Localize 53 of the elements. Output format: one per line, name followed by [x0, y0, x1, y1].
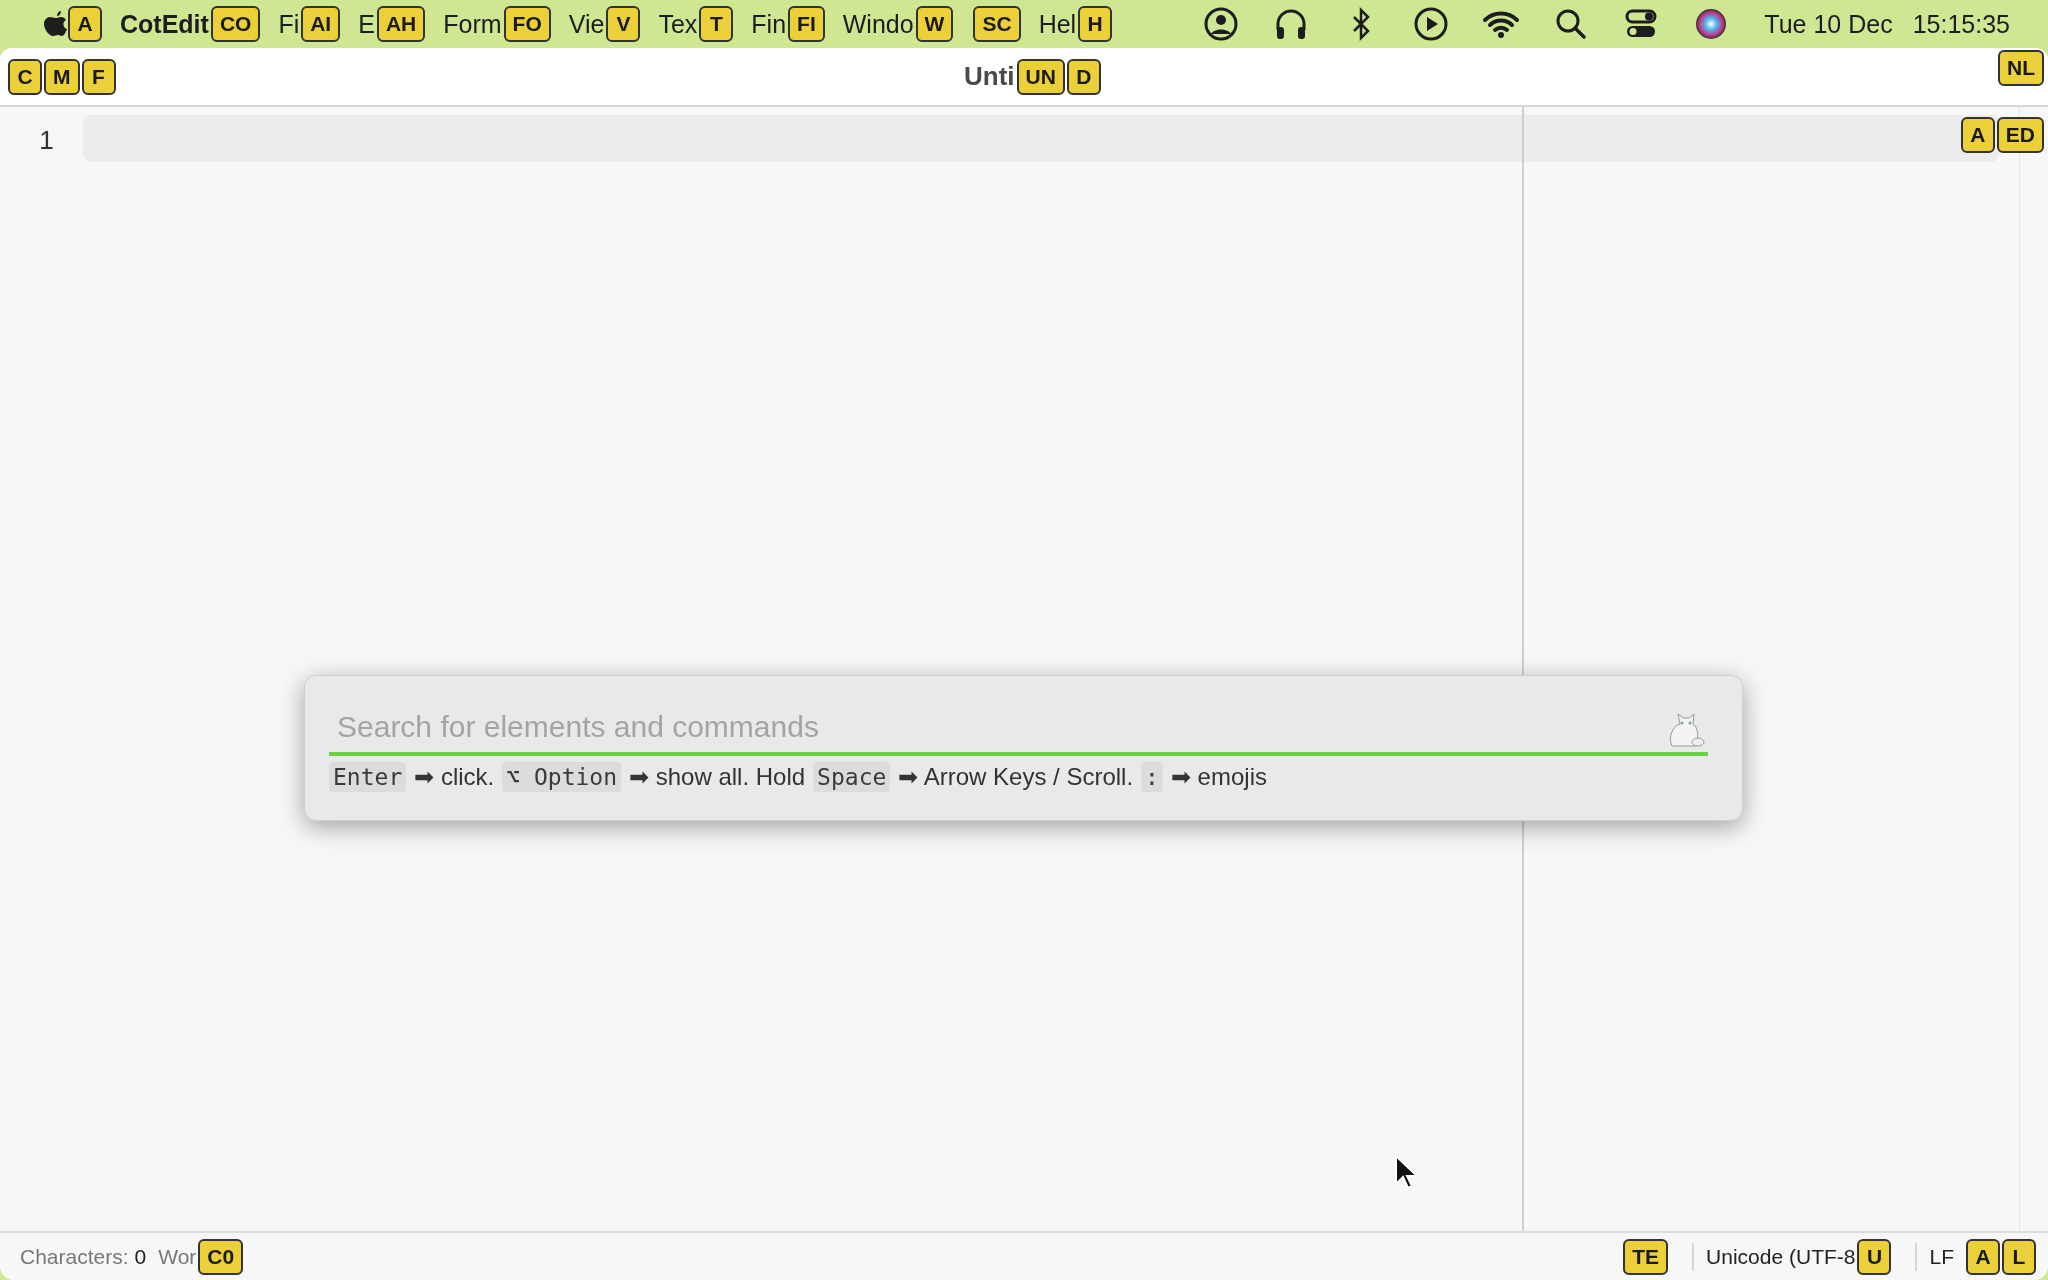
- hint-badge[interactable]: CO: [210, 6, 261, 42]
- hint-badge[interactable]: AI: [301, 6, 341, 42]
- hint-badge[interactable]: F: [81, 58, 116, 95]
- date-text[interactable]: Tue 10 Dec: [1764, 9, 1893, 39]
- hint-text: ➡ click.: [414, 763, 495, 791]
- hint-badge[interactable]: A: [1960, 117, 1995, 153]
- status-value: 0: [134, 1244, 147, 1269]
- hint-badge[interactable]: H: [1078, 6, 1113, 42]
- hint-badge[interactable]: FI: [788, 6, 825, 42]
- time-text[interactable]: 15:15:35: [1912, 9, 2010, 39]
- status-menu[interactable]: LF: [1929, 1244, 1954, 1269]
- line-number: 1: [38, 124, 54, 157]
- menu-item[interactable]: Form: [443, 9, 502, 39]
- hint-badge[interactable]: C0: [198, 1238, 244, 1275]
- hint-badge[interactable]: D: [1066, 58, 1101, 95]
- hint-badge[interactable]: SC: [973, 6, 1021, 42]
- hint-badge[interactable]: T: [699, 6, 734, 42]
- status-label: Characters:: [20, 1244, 129, 1269]
- menu-item[interactable]: Fi: [278, 9, 300, 39]
- apple-logo-icon[interactable]: [44, 10, 68, 38]
- hint-text: ➡ Arrow Keys / Scroll.: [898, 763, 1134, 791]
- key-label: :: [1141, 762, 1163, 792]
- menu-item[interactable]: Tex: [658, 9, 698, 39]
- hint-badge[interactable]: AH: [376, 6, 426, 42]
- hint-badge[interactable]: L: [2002, 1238, 2036, 1275]
- hint-badge[interactable]: V: [606, 6, 641, 42]
- menu-item[interactable]: Hel: [1038, 9, 1077, 39]
- hint-text: ➡ show all. Hold: [629, 763, 806, 791]
- window-title: Unti: [964, 61, 1015, 92]
- menu-item[interactable]: E: [358, 9, 375, 39]
- status-menu[interactable]: Unicode (UTF-8: [1706, 1244, 1856, 1269]
- hint-badge[interactable]: U: [1857, 1238, 1892, 1275]
- command-palette-dialog[interactable]: Search for elements and commands Enter ➡ click. ⌥ Option ➡ show all. Hold Space ➡ Arrow Keys / Scroll. : ➡ emojis: [304, 675, 1743, 821]
- mouse-pointer-icon: [1394, 1154, 1418, 1190]
- hint-badge[interactable]: FO: [503, 6, 551, 42]
- hint-badge[interactable]: UN: [1016, 58, 1065, 95]
- app-menu[interactable]: CotEdit: [120, 9, 209, 39]
- menu-item[interactable]: Fin: [751, 9, 787, 39]
- status-label: Wor: [158, 1244, 197, 1269]
- hint-badge[interactable]: W: [915, 6, 954, 42]
- hint-badge[interactable]: NL: [1998, 50, 2044, 86]
- key-label: Enter: [329, 762, 407, 792]
- hint-badge[interactable]: ED: [1996, 117, 2044, 153]
- hint-badge[interactable]: C: [8, 58, 42, 95]
- hint-badge[interactable]: M: [44, 58, 80, 95]
- key-label: Space: [813, 762, 891, 792]
- menu-item[interactable]: Vie: [568, 9, 605, 39]
- key-label: ⌥ Option: [502, 762, 622, 792]
- menu-item[interactable]: Windo: [842, 9, 914, 39]
- hint-badge[interactable]: A: [68, 6, 102, 42]
- hint-text: ➡ emojis: [1170, 763, 1267, 791]
- hint-badge[interactable]: TE: [1623, 1238, 1669, 1275]
- hint-badge[interactable]: A: [1966, 1238, 2000, 1275]
